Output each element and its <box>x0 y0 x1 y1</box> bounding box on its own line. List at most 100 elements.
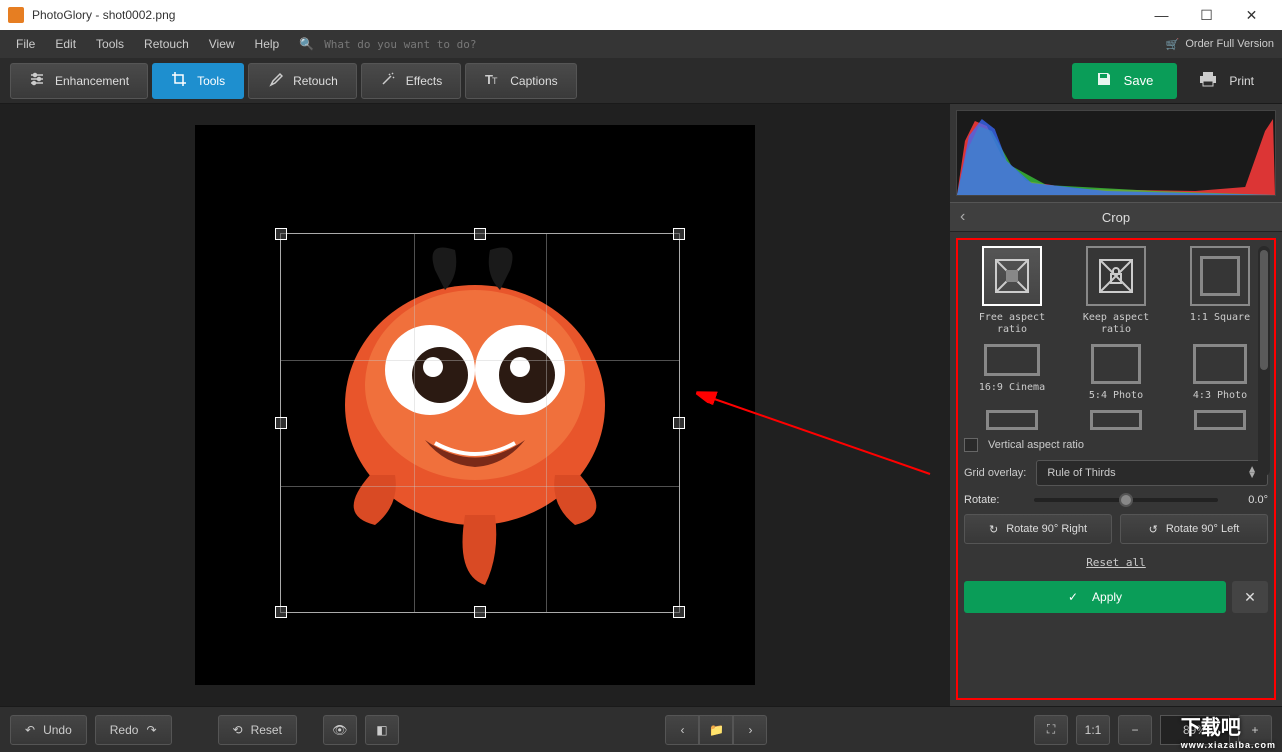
tab-tools[interactable]: Tools <box>152 63 244 99</box>
sliders-icon <box>29 71 45 90</box>
tab-enhancement[interactable]: Enhancement <box>10 63 148 99</box>
crop-rectangle[interactable] <box>280 233 680 613</box>
maximize-button[interactable]: ☐ <box>1184 0 1229 30</box>
print-button[interactable]: Print <box>1181 63 1272 99</box>
grid-overlay-dropdown[interactable]: Rule of Thirds ▲▼ <box>1036 460 1268 486</box>
grid-overlay-label: Grid overlay: <box>964 467 1026 479</box>
save-button[interactable]: Save <box>1072 63 1178 99</box>
tab-effects[interactable]: Effects <box>361 63 461 99</box>
preview-toggle-button[interactable]: 👁 <box>323 715 357 745</box>
folder-icon: 📁 <box>709 723 724 737</box>
zoom-in-button[interactable]: + <box>1238 715 1272 745</box>
crop-handle-t[interactable] <box>474 228 486 240</box>
rotate-right-icon: ↻ <box>989 523 998 536</box>
preset-keep-aspect[interactable]: Keep aspect ratio <box>1068 246 1164 336</box>
minimize-button[interactable]: — <box>1139 0 1184 30</box>
svg-text:T: T <box>492 76 498 86</box>
text-icon: TT <box>484 71 500 90</box>
zoom-out-button[interactable]: − <box>1118 715 1152 745</box>
reset-icon: ⟲ <box>233 723 243 737</box>
crop-handle-b[interactable] <box>474 606 486 618</box>
rotate-label: Rotate: <box>964 494 1024 506</box>
compare-icon: ◧ <box>376 723 387 737</box>
tab-retouch[interactable]: Retouch <box>248 63 357 99</box>
preset-more-3[interactable] <box>1172 410 1268 430</box>
rotate-90-left-button[interactable]: ↺ Rotate 90° Left <box>1120 514 1268 544</box>
vertical-aspect-label: Vertical aspect ratio <box>988 439 1084 451</box>
cart-icon: 🛒 <box>1166 38 1180 51</box>
back-icon[interactable]: ‹ <box>960 208 965 226</box>
window-titlebar: PhotoGlory - shot0002.png — ☐ ✕ <box>0 0 1282 30</box>
next-file-button[interactable]: › <box>733 715 767 745</box>
zoom-value[interactable]: 89% <box>1160 715 1230 745</box>
chevron-right-icon: › <box>748 723 752 737</box>
rotate-value: 0.0° <box>1228 494 1268 506</box>
minus-icon: − <box>1132 723 1139 737</box>
crop-handle-l[interactable] <box>275 417 287 429</box>
print-icon <box>1199 71 1217 90</box>
slider-knob[interactable] <box>1119 493 1133 507</box>
crop-handle-tl[interactable] <box>275 228 287 240</box>
menu-file[interactable]: File <box>8 33 43 55</box>
canvas-area[interactable] <box>0 104 950 706</box>
preset-more-1[interactable] <box>964 410 1060 430</box>
brush-icon <box>267 71 283 90</box>
image-stage[interactable] <box>195 125 755 685</box>
app-icon <box>8 7 24 23</box>
fit-screen-button[interactable]: ⛶ <box>1034 715 1068 745</box>
preset-more-2[interactable] <box>1068 410 1164 430</box>
check-icon: ✓ <box>1068 590 1078 604</box>
cancel-button[interactable]: ✕ <box>1232 581 1268 613</box>
reset-all-link[interactable]: Reset all <box>964 552 1268 573</box>
crop-handle-bl[interactable] <box>275 606 287 618</box>
side-panel: ‹ Crop Free aspect ratio Keep aspect rat… <box>950 104 1282 706</box>
crop-handle-br[interactable] <box>673 606 685 618</box>
ratio-label: 1:1 <box>1085 723 1102 737</box>
dropdown-arrows-icon: ▲▼ <box>1247 467 1257 479</box>
undo-icon: ↶ <box>25 723 35 737</box>
histogram[interactable] <box>956 110 1276 196</box>
rotate-slider[interactable] <box>1034 498 1218 502</box>
preset-free-aspect[interactable]: Free aspect ratio <box>964 246 1060 336</box>
rotate-left-icon: ↺ <box>1149 523 1158 536</box>
bottom-bar: ↶ Undo Redo ↷ ⟲ Reset 👁 ◧ ‹ 📁 › ⛶ 1:1 − … <box>0 706 1282 752</box>
crop-panel: Free aspect ratio Keep aspect ratio 1:1 … <box>956 238 1276 700</box>
reset-button[interactable]: ⟲ Reset <box>218 715 297 745</box>
rotate-90-right-button[interactable]: ↻ Rotate 90° Right <box>964 514 1112 544</box>
plus-icon: + <box>1252 723 1259 737</box>
preset-16-9-cinema[interactable]: 16:9 Cinema <box>964 344 1060 402</box>
panel-header-crop: ‹ Crop <box>950 202 1282 232</box>
menu-retouch[interactable]: Retouch <box>136 33 197 55</box>
crop-handle-r[interactable] <box>673 417 685 429</box>
close-icon: ✕ <box>1244 589 1256 606</box>
preset-5-4-photo[interactable]: 5:4 Photo <box>1068 344 1164 402</box>
menu-tools[interactable]: Tools <box>88 33 132 55</box>
crop-handle-tr[interactable] <box>673 228 685 240</box>
close-button[interactable]: ✕ <box>1229 0 1274 30</box>
menu-help[interactable]: Help <box>247 33 288 55</box>
redo-button[interactable]: Redo ↷ <box>95 715 172 745</box>
apply-button[interactable]: ✓ Apply <box>964 581 1226 613</box>
undo-button[interactable]: ↶ Undo <box>10 715 87 745</box>
menu-edit[interactable]: Edit <box>47 33 84 55</box>
redo-icon: ↷ <box>146 723 156 737</box>
preset-1-1-square[interactable]: 1:1 Square <box>1172 246 1268 336</box>
eye-icon: 👁 <box>332 723 347 737</box>
main-toolbar: Enhancement Tools Retouch Effects TT Cap… <box>0 58 1282 104</box>
search-input[interactable]: What do you want to do? <box>324 38 476 51</box>
crop-icon <box>171 71 187 90</box>
chevron-left-icon: ‹ <box>680 723 684 737</box>
order-full-version-link[interactable]: 🛒 Order Full Version <box>1166 38 1274 51</box>
menu-view[interactable]: View <box>201 33 243 55</box>
prev-file-button[interactable]: ‹ <box>665 715 699 745</box>
vertical-aspect-checkbox[interactable] <box>964 438 978 452</box>
save-icon <box>1096 71 1112 90</box>
browse-folder-button[interactable]: 📁 <box>699 715 733 745</box>
search-icon: 🔍 <box>299 37 314 51</box>
tab-captions[interactable]: TT Captions <box>465 63 576 99</box>
file-nav-group: ‹ 📁 › <box>665 715 767 745</box>
compare-button[interactable]: ◧ <box>365 715 399 745</box>
actual-size-button[interactable]: 1:1 <box>1076 715 1110 745</box>
window-title: PhotoGlory - shot0002.png <box>32 8 1139 22</box>
preset-4-3-photo[interactable]: 4:3 Photo <box>1172 344 1268 402</box>
